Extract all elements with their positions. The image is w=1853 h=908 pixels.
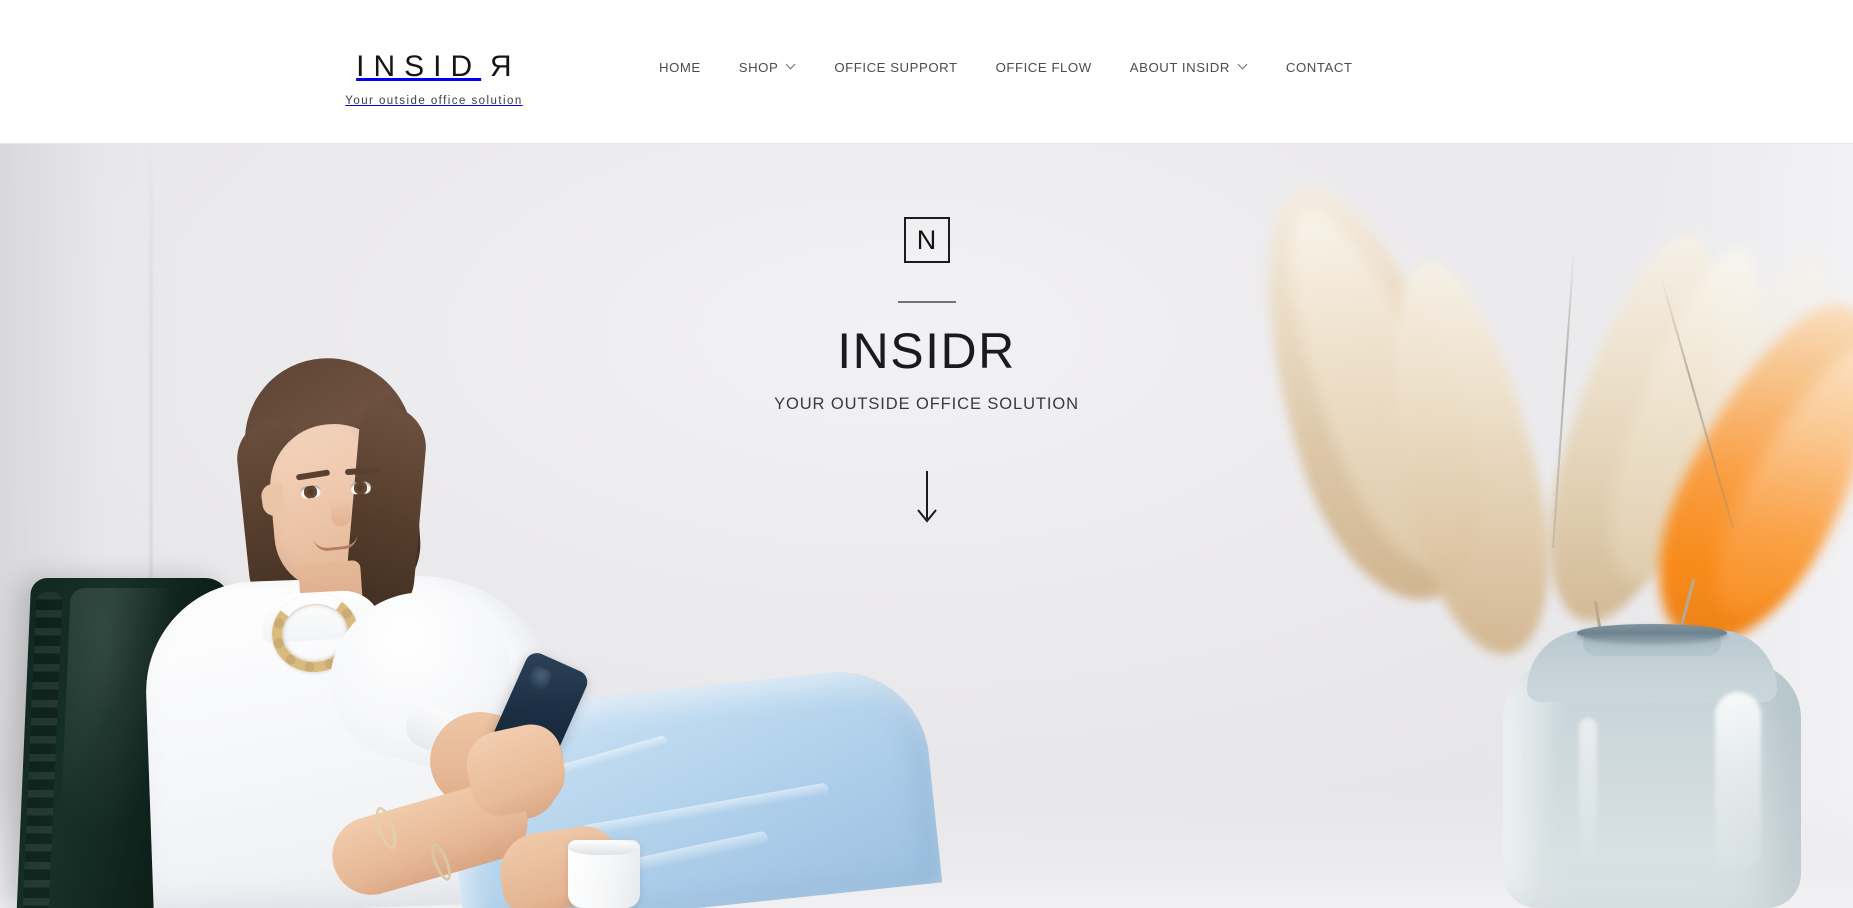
nav-item-label: HOME: [659, 60, 701, 75]
nav-item-shop[interactable]: SHOP: [720, 56, 816, 79]
nav-item-label: OFFICE FLOW: [995, 60, 1092, 75]
nav-item-office-flow[interactable]: OFFICE FLOW: [977, 56, 1111, 79]
main-navigation: HOME SHOP OFFICE SUPPORT OFFICE FLOW ABO…: [640, 56, 1372, 79]
nose: [331, 500, 351, 526]
pampas-grass-arrangement: [1133, 144, 1853, 908]
nav-item-label: CONTACT: [1285, 60, 1353, 75]
nav-item-about-insidr[interactable]: ABOUT INSIDR: [1111, 56, 1267, 79]
eye-right: [349, 481, 372, 495]
hero-title: INSIDR: [837, 322, 1016, 379]
chevron-down-icon: [787, 61, 796, 70]
brand-wordmark-prefix: INSID: [356, 50, 482, 83]
nav-item-label: OFFICE SUPPORT: [834, 60, 958, 75]
brand-logo[interactable]: INSIDR Your outside office solution: [334, 50, 534, 107]
vase-highlight: [1715, 692, 1761, 872]
person-photo: [0, 208, 943, 908]
vase-rim: [1577, 624, 1727, 642]
nav-item-label: SHOP: [738, 60, 779, 75]
hero-subtitle: YOUR OUTSIDE OFFICE SOLUTION: [774, 394, 1079, 413]
hero-logo-mark: N: [903, 217, 950, 263]
nav-item-office-support[interactable]: OFFICE SUPPORT: [815, 56, 976, 79]
brand-wordmark-flipped-r: R: [481, 50, 512, 83]
hero-logo-mark-letter: N: [916, 224, 937, 255]
chevron-down-icon: [1239, 61, 1248, 70]
white-mug: [568, 840, 640, 908]
site-header: INSIDR Your outside office solution HOME…: [0, 0, 1853, 144]
nav-item-label: ABOUT INSIDR: [1129, 60, 1230, 75]
vase-highlight: [1579, 718, 1597, 858]
arrow-down-icon[interactable]: [912, 469, 942, 529]
nav-item-home[interactable]: HOME: [640, 56, 720, 79]
brand-tagline: Your outside office solution: [345, 95, 523, 107]
hero-section: N INSIDR YOUR OUTSIDE OFFICE SOLUTION: [0, 144, 1853, 908]
hero-divider: [897, 301, 956, 303]
brand-wordmark: INSIDR: [334, 50, 534, 83]
nav-item-contact[interactable]: CONTACT: [1267, 56, 1372, 79]
page-root: INSIDR Your outside office solution HOME…: [0, 0, 1853, 908]
